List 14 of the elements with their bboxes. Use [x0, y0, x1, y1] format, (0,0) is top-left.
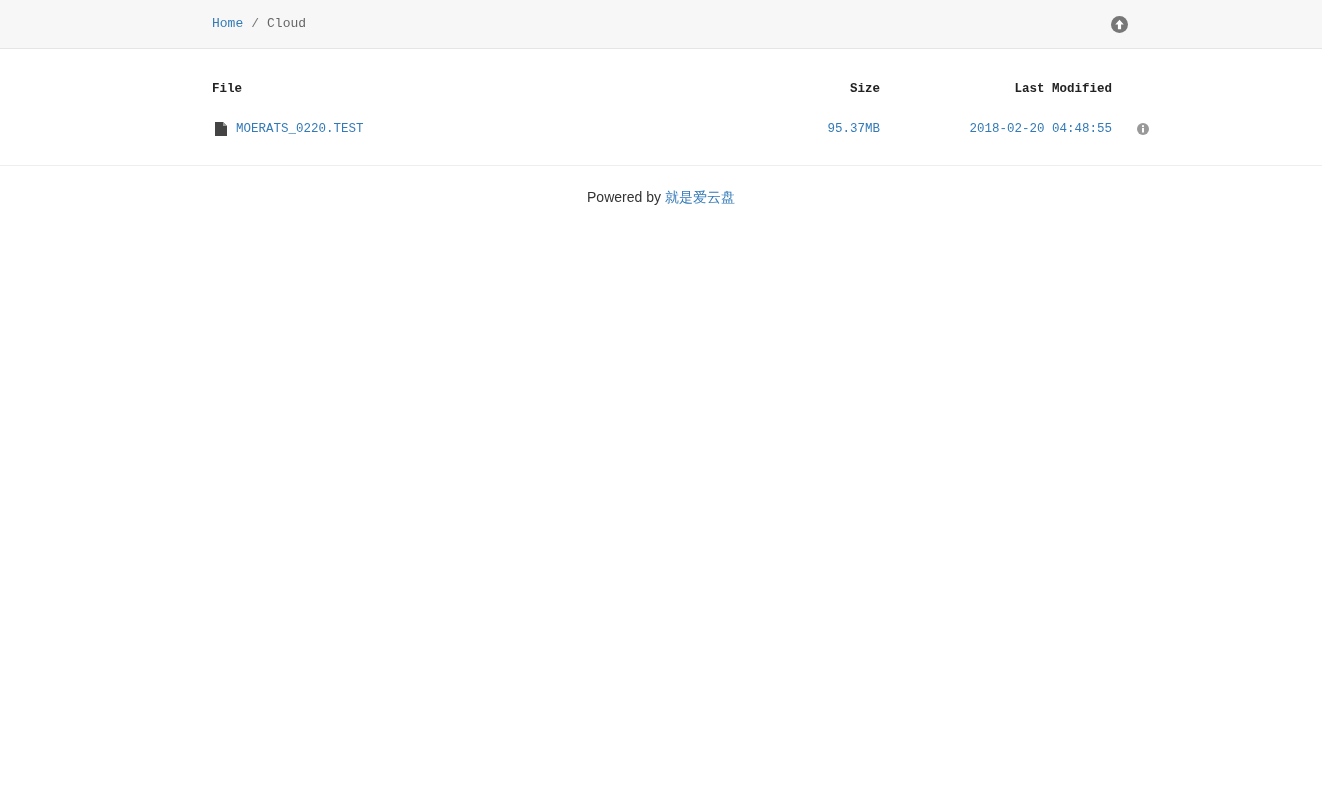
column-header: File [212, 80, 243, 98]
file-size: 95.37MB [826, 120, 880, 138]
info-icon[interactable] [1137, 123, 1149, 135]
file-link[interactable]: MOERATS_0220.TEST [236, 119, 364, 139]
footer-text: Powered by [587, 188, 661, 207]
file-icon [215, 122, 227, 136]
footer-link[interactable]: 就是爱云盘 [664, 187, 735, 208]
breadcrumb-link[interactable]: Home [212, 14, 244, 34]
column-header: Last Modified [1013, 80, 1112, 98]
upload-icon[interactable] [1111, 15, 1128, 33]
column-header: Size [849, 80, 880, 98]
breadcrumb-current: Cloud [267, 15, 307, 34]
breadcrumb-separator: / [251, 15, 260, 34]
file-modified-date: 2018-02-20 04:48:55 [968, 120, 1112, 138]
